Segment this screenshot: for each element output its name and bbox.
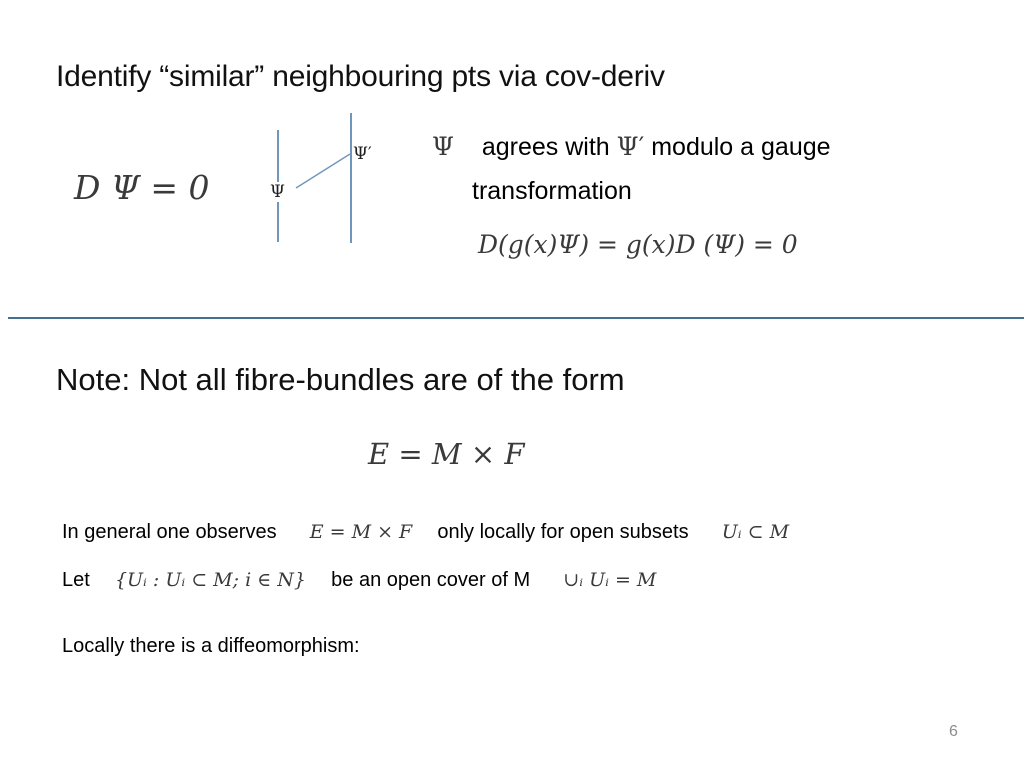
let-math: {Uᵢ : Uᵢ ⊂ M; i ∈ N}	[114, 569, 307, 591]
general-math: E = M × F	[309, 521, 413, 543]
general-suffix: only locally for open subsets	[437, 521, 689, 543]
fibre-diagram: Ψ Ψ′	[255, 108, 405, 248]
fibre-connector-line	[295, 153, 351, 189]
agrees-psi-prime: Ψ′	[616, 132, 645, 161]
equation-cov-derivative: D Ψ = 0	[74, 168, 210, 207]
body-line-let: Let {Uᵢ : Uᵢ ⊂ M; i ∈ N} be an open cove…	[62, 569, 656, 592]
agrees-text-1: agrees with	[481, 133, 610, 161]
equation-gauge-text: D(g(x)Ψ) = g(x)D (Ψ) = 0	[478, 230, 798, 259]
body-line-general: In general one observes E = M × F only l…	[62, 521, 789, 544]
fibre-line-right	[350, 113, 352, 243]
let-prefix: Let	[62, 569, 90, 591]
agrees-text-3: transformation	[472, 177, 632, 205]
agrees-text-2: modulo a gauge	[651, 133, 831, 161]
equation-product-bundle-text: E = M × F	[368, 437, 525, 471]
slide-title: Identify “similar” neighbouring pts via …	[56, 60, 665, 93]
slide-canvas: Identify “similar” neighbouring pts via …	[0, 0, 1024, 768]
general-prefix: In general one observes	[62, 521, 277, 543]
fibre-label-psi-prime: Ψ′	[352, 144, 373, 164]
equation-cov-derivative-text: D Ψ = 0	[74, 168, 210, 207]
page-number: 6	[949, 723, 958, 740]
body-line-locally: Locally there is a diffeomorphism:	[62, 635, 360, 657]
equation-gauge: D(g(x)Ψ) = g(x)D (Ψ) = 0	[478, 230, 798, 259]
general-math-2: Uᵢ ⊂ M	[721, 521, 790, 543]
agrees-statement: Ψ agrees with Ψ′ modulo a gauge transfor…	[432, 125, 932, 213]
note-heading: Note: Not all fibre-bundles are of the f…	[56, 362, 625, 397]
fibre-label-psi: Ψ	[269, 182, 286, 202]
horizontal-divider	[8, 317, 1024, 319]
agrees-psi: Ψ	[432, 132, 454, 161]
let-suffix: be an open cover of M	[331, 569, 531, 591]
let-math-2: ∪ᵢ Uᵢ = M	[563, 569, 657, 591]
equation-product-bundle: E = M × F	[368, 437, 524, 471]
